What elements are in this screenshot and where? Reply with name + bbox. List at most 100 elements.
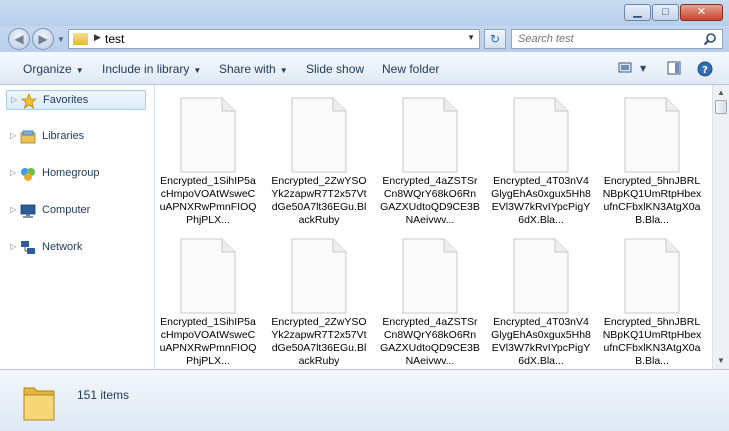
refresh-icon: ↻ (489, 32, 501, 46)
details-pane: 151 items (0, 369, 729, 431)
refresh-button[interactable]: ↻ (484, 29, 506, 49)
blank-document-icon (180, 238, 236, 314)
file-name: Encrypted_5hnJBRLNBpKQ1UmRtpHbexufnCFbxl… (602, 316, 702, 367)
file-item[interactable]: Encrypted_1SihIP5acHmpoVOAtWsweCuAPNXRwP… (158, 87, 258, 227)
search-box[interactable] (511, 29, 723, 49)
back-arrow-icon: ◀ (14, 32, 24, 46)
forward-button[interactable]: ▶ (32, 28, 54, 50)
address-bar[interactable]: ▶ test ▼ (68, 29, 480, 49)
file-item[interactable]: Encrypted_5hnJBRLNBpKQ1UmRtpHbexufnCFbxl… (602, 87, 702, 227)
item-count: 151 items (77, 388, 130, 402)
file-item[interactable]: Encrypted_2ZwYSOYk2zapwR7T2x57VtdGe50A7l… (269, 228, 369, 368)
expand-icon[interactable]: ▷ (10, 131, 16, 140)
forward-arrow-icon: ▶ (38, 32, 48, 46)
blank-document-icon (402, 238, 458, 314)
file-name: Encrypted_2ZwYSOYk2zapwR7T2x57VtdGe50A7l… (271, 175, 367, 226)
file-item[interactable]: Encrypted_4T03nV4GlygEhAs0xgux5Hh8EVl3W7… (491, 87, 591, 227)
blank-document-icon (402, 97, 458, 173)
sidebar-item-homegroup[interactable]: ▷ Homegroup (6, 164, 146, 184)
blank-document-icon (180, 97, 236, 173)
file-item[interactable]: Encrypted_2ZwYSOYk2zapwR7T2x57VtdGe50A7l… (269, 87, 369, 227)
blank-document-icon (291, 238, 347, 314)
share-with-label: Share with (219, 62, 276, 76)
libraries-icon (20, 130, 36, 144)
command-bar: Organize ▼ Include in library ▼ Share with… (0, 52, 729, 85)
file-item[interactable]: Encrypted_5hnJBRLNBpKQ1UmRtpHbexufnCFbxl… (602, 228, 702, 368)
change-view-icon[interactable]: ▼ (618, 61, 648, 75)
minimize-icon: ▁ (633, 6, 642, 18)
share-with-button[interactable]: Share with ▼ (219, 62, 288, 76)
sidebar-item-computer[interactable]: ▷ Computer (6, 201, 146, 221)
search-input[interactable] (518, 31, 698, 47)
blank-document-icon (513, 238, 569, 314)
sidebar-item-label: Favorites (43, 94, 89, 106)
breadcrumb-current-folder[interactable]: test (105, 32, 124, 46)
sidebar-item-label: Homegroup (42, 167, 100, 179)
new-folder-label: New folder (382, 62, 440, 76)
file-name: Encrypted_4aZSTSrCn8WQrY68kO6RnGAZXUdtoQ… (380, 316, 480, 367)
homegroup-icon (21, 168, 35, 181)
close-button[interactable]: ✕ (680, 4, 723, 21)
organize-label: Organize (23, 62, 72, 76)
blank-document-icon (624, 238, 680, 314)
new-folder-button[interactable]: New folder (382, 62, 439, 76)
file-item[interactable]: Encrypted_4aZSTSrCn8WQrY68kO6RnGAZXUdtoQ… (380, 87, 480, 227)
title-bar: ▁ □ ✕ (0, 0, 729, 26)
file-name: Encrypted_1SihIP5acHmpoVOAtWsweCuAPNXRwP… (159, 175, 257, 226)
network-icon (21, 241, 35, 254)
file-item[interactable]: Encrypted_1SihIP5acHmpoVOAtWsweCuAPNXRwP… (158, 228, 258, 368)
sidebar-item-label: Computer (42, 204, 91, 216)
blank-document-icon (291, 97, 347, 173)
sidebar-item-libraries[interactable]: ▷ Libraries (6, 127, 146, 147)
sidebar-item-favorites[interactable]: ▷ Favorites (6, 90, 146, 110)
slide-show-label: Slide show (306, 62, 365, 76)
breadcrumb-chevron-icon[interactable]: ▶ (94, 32, 101, 43)
file-name: Encrypted_2ZwYSOYk2zapwR7T2x57VtdGe50A7l… (271, 316, 367, 367)
svg-text:▼: ▼ (640, 64, 647, 73)
svg-text:?: ? (702, 65, 708, 76)
organize-button[interactable]: Organize ▼ (23, 62, 84, 76)
scroll-up-icon[interactable]: ▲ (713, 85, 729, 101)
address-row: ◀ ▶ ▼ ▶ test ▼ ↻ (0, 26, 729, 52)
file-item[interactable]: Encrypted_4aZSTSrCn8WQrY68kO6RnGAZXUdtoQ… (380, 228, 480, 368)
sidebar-item-network[interactable]: ▷ Network (6, 238, 146, 258)
address-dropdown-icon[interactable]: ▼ (467, 33, 475, 42)
blank-document-icon (624, 97, 680, 173)
preview-pane-icon[interactable] (667, 61, 681, 75)
folder-icon (23, 387, 55, 421)
chevron-down-icon: ▼ (279, 66, 288, 75)
minimize-button[interactable]: ▁ (624, 4, 651, 21)
chevron-down-icon: ▼ (75, 66, 84, 75)
maximize-icon: □ (662, 6, 669, 18)
file-name: Encrypted_4aZSTSrCn8WQrY68kO6RnGAZXUdtoQ… (380, 175, 480, 226)
file-item[interactable]: Encrypted_4T03nV4GlygEhAs0xgux5Hh8EVl3W7… (491, 228, 591, 368)
expand-icon[interactable]: ▷ (10, 242, 16, 251)
search-icon[interactable] (703, 32, 717, 46)
computer-icon (20, 204, 36, 218)
include-in-library-label: Include in library (102, 62, 190, 76)
file-name: Encrypted_5hnJBRLNBpKQ1UmRtpHbexufnCFbxl… (602, 175, 702, 226)
expand-icon[interactable]: ▷ (10, 168, 16, 177)
blank-document-icon (513, 97, 569, 173)
back-button[interactable]: ◀ (8, 28, 30, 50)
recent-pages-dropdown-icon[interactable]: ▼ (57, 35, 65, 44)
window-controls: ▁ □ ✕ (623, 4, 723, 21)
scrollbar-thumb[interactable] (715, 100, 727, 114)
file-name: Encrypted_4T03nV4GlygEhAs0xgux5Hh8EVl3W7… (491, 175, 591, 226)
star-icon (21, 93, 37, 109)
close-icon: ✕ (696, 6, 707, 18)
chevron-down-icon: ▼ (193, 66, 202, 75)
slide-show-button[interactable]: Slide show (306, 62, 364, 76)
scroll-down-icon[interactable]: ▼ (713, 353, 729, 369)
vertical-scrollbar[interactable]: ▲ ▼ (712, 85, 729, 369)
folder-icon (73, 33, 88, 45)
include-in-library-button[interactable]: Include in library ▼ (102, 62, 201, 76)
expand-icon[interactable]: ▷ (11, 95, 17, 104)
expand-icon[interactable]: ▷ (10, 205, 16, 214)
sidebar-item-label: Libraries (42, 130, 85, 142)
navigation-pane: ▷ Favorites ▷ Libraries ▷ Homegroup ▷ Co… (0, 85, 155, 369)
help-icon[interactable]: ? (697, 61, 713, 77)
maximize-button[interactable]: □ (652, 4, 679, 21)
file-name: Encrypted_4T03nV4GlygEhAs0xgux5Hh8EVl3W7… (491, 316, 591, 367)
sidebar-item-label: Network (42, 241, 83, 253)
